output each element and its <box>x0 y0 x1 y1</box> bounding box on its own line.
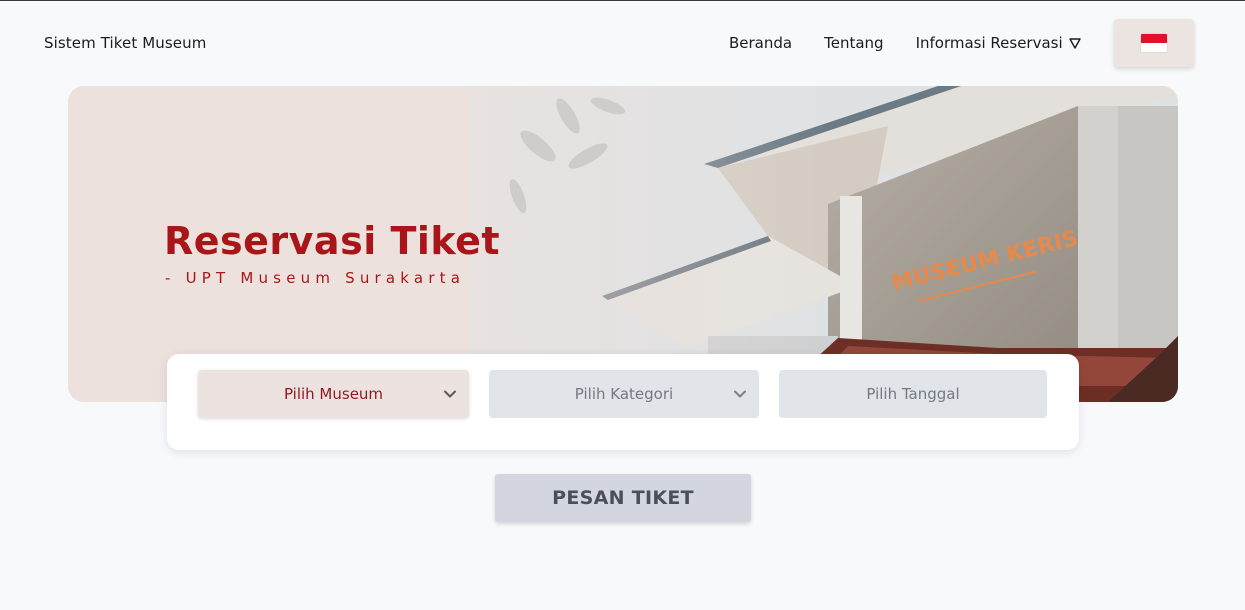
category-select-label: Pilih Kategori <box>574 385 674 403</box>
nav-about-link[interactable]: Tentang <box>824 34 883 52</box>
date-input[interactable]: Pilih Tanggal <box>779 370 1047 418</box>
indonesia-flag-icon <box>1141 34 1167 52</box>
nav-reservation-info-label: Informasi Reservasi <box>915 34 1063 52</box>
category-select[interactable]: Pilih Kategori <box>489 370 759 418</box>
reservation-form-panel: Pilih Museum Pilih Kategori Pilih Tangga… <box>167 354 1079 450</box>
chevron-down-icon <box>444 390 456 398</box>
nav-reservation-info-dropdown[interactable]: Informasi Reservasi <box>916 34 1081 52</box>
chevron-down-icon <box>734 390 746 398</box>
hero-subtitle: - UPT Museum Surakarta <box>165 269 466 287</box>
nav-home-link[interactable]: Beranda <box>729 34 792 52</box>
date-input-placeholder: Pilih Tanggal <box>866 385 960 403</box>
hero-title: Reservasi Tiket <box>164 219 501 263</box>
main-nav: Beranda Tentang Informasi Reservasi <box>729 34 1081 52</box>
museum-select-label: Pilih Museum <box>283 385 384 403</box>
language-switcher-button[interactable] <box>1114 19 1194 67</box>
site-brand[interactable]: Sistem Tiket Museum <box>44 34 206 52</box>
triangle-down-icon <box>1068 38 1081 49</box>
museum-select[interactable]: Pilih Museum <box>198 370 469 418</box>
order-ticket-button[interactable]: PESAN TIKET <box>495 474 751 522</box>
